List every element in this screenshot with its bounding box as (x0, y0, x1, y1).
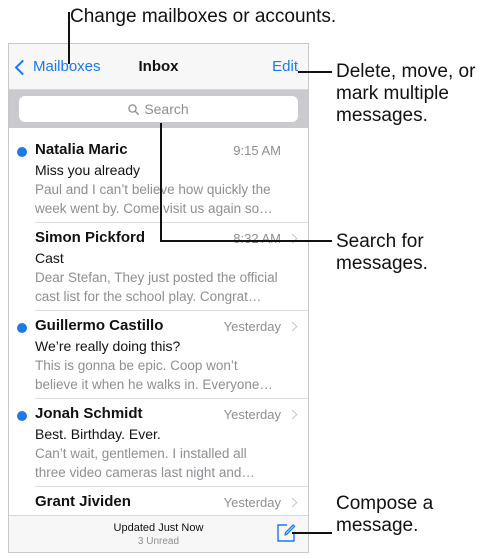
message-preview-line: three video cameras last night and… (35, 465, 255, 480)
callout-change-mailboxes: Change mailboxes or accounts. (70, 6, 337, 27)
message-subject: Cast (35, 250, 64, 266)
search-icon (128, 103, 140, 115)
search-bar: Search (9, 90, 308, 128)
unread-count: 3 Unread (137, 536, 180, 547)
page-title: Inbox (138, 58, 179, 75)
search-input[interactable]: Search (19, 96, 298, 122)
message-preview-line: Paul and I can’t believe how quickly the (35, 182, 271, 197)
unread-dot-icon (17, 147, 27, 157)
message-row[interactable]: Jonah Schmidt Yesterday Best. Birthday. Ev… (9, 399, 308, 487)
message-subject: Miss you already (35, 162, 141, 178)
chevron-right-icon (287, 233, 298, 244)
message-preview: Can’t wait, gentlemen. I installed all th… (35, 444, 301, 482)
chevron-right-icon (287, 497, 298, 508)
message-preview-line: This is gonna be epic. Coop won’t (35, 358, 238, 373)
leader-line-search-vertical (160, 123, 162, 240)
edit-button[interactable]: Edit (272, 58, 298, 75)
message-preview-line: Can’t wait, gentlemen. I installed all (35, 446, 247, 461)
message-time: 8:32 AM (233, 231, 281, 246)
message-sender: Jonah Schmidt (35, 405, 143, 422)
message-preview-line: Dear Stefan, They just posted the offici… (35, 270, 278, 285)
message-preview: This is gonna be epic. Coop won’t believe… (35, 356, 301, 394)
callout-compose: Compose a message. (336, 493, 434, 536)
message-preview-line: cast list for the school play. Congrat… (35, 289, 262, 304)
message-sender: Guillermo Castillo (35, 317, 164, 334)
message-sender: Simon Pickford (35, 229, 146, 246)
message-preview: Paul and I can’t believe how quickly the… (35, 180, 301, 218)
update-status: Updated Just Now (113, 522, 204, 534)
leader-line-compose (292, 532, 332, 534)
unread-dot-icon (17, 323, 27, 333)
message-time: Yesterday (223, 319, 281, 334)
message-preview: Dear Stefan, They just posted the offici… (35, 268, 301, 306)
callout-search: Search for messages. (336, 231, 428, 274)
message-preview-line: believe it when he walks in. Everyone… (35, 377, 273, 392)
message-time: 9:15 AM (233, 143, 281, 158)
search-placeholder: Search (144, 101, 189, 117)
chevron-right-icon (287, 321, 298, 332)
chevron-right-icon (287, 409, 298, 420)
message-preview-line: week went by. Come visit us again so… (35, 201, 273, 216)
leader-line-mailboxes (68, 12, 70, 64)
message-row[interactable]: Guillermo Castillo Yesterday We’re really … (9, 311, 308, 399)
message-sender: Grant Jividen (35, 493, 131, 510)
leader-line-edit (298, 71, 332, 73)
message-row[interactable]: Simon Pickford 8:32 AM Cast Dear Stefan, Th… (9, 223, 308, 311)
callout-edit-messages: Delete, move, or mark multiple messages. (336, 61, 476, 126)
message-row[interactable]: Natalia Maric 9:15 AM Miss you already Paul… (9, 135, 308, 223)
message-time: Yesterday (223, 495, 281, 510)
unread-dot-icon (17, 411, 27, 421)
bottom-toolbar: Updated Just Now 3 Unread (9, 515, 308, 552)
mail-screen: Mailboxes Inbox Edit Search Natalia Mari… (8, 43, 309, 553)
navigation-bar: Mailboxes Inbox Edit (9, 44, 308, 90)
message-sender: Natalia Maric (35, 141, 128, 158)
leader-line-search-horizontal (160, 240, 332, 242)
message-subject: Best. Birthday. Ever. (35, 426, 161, 442)
message-subject: We’re really doing this? (35, 338, 181, 354)
message-time: Yesterday (223, 407, 281, 422)
